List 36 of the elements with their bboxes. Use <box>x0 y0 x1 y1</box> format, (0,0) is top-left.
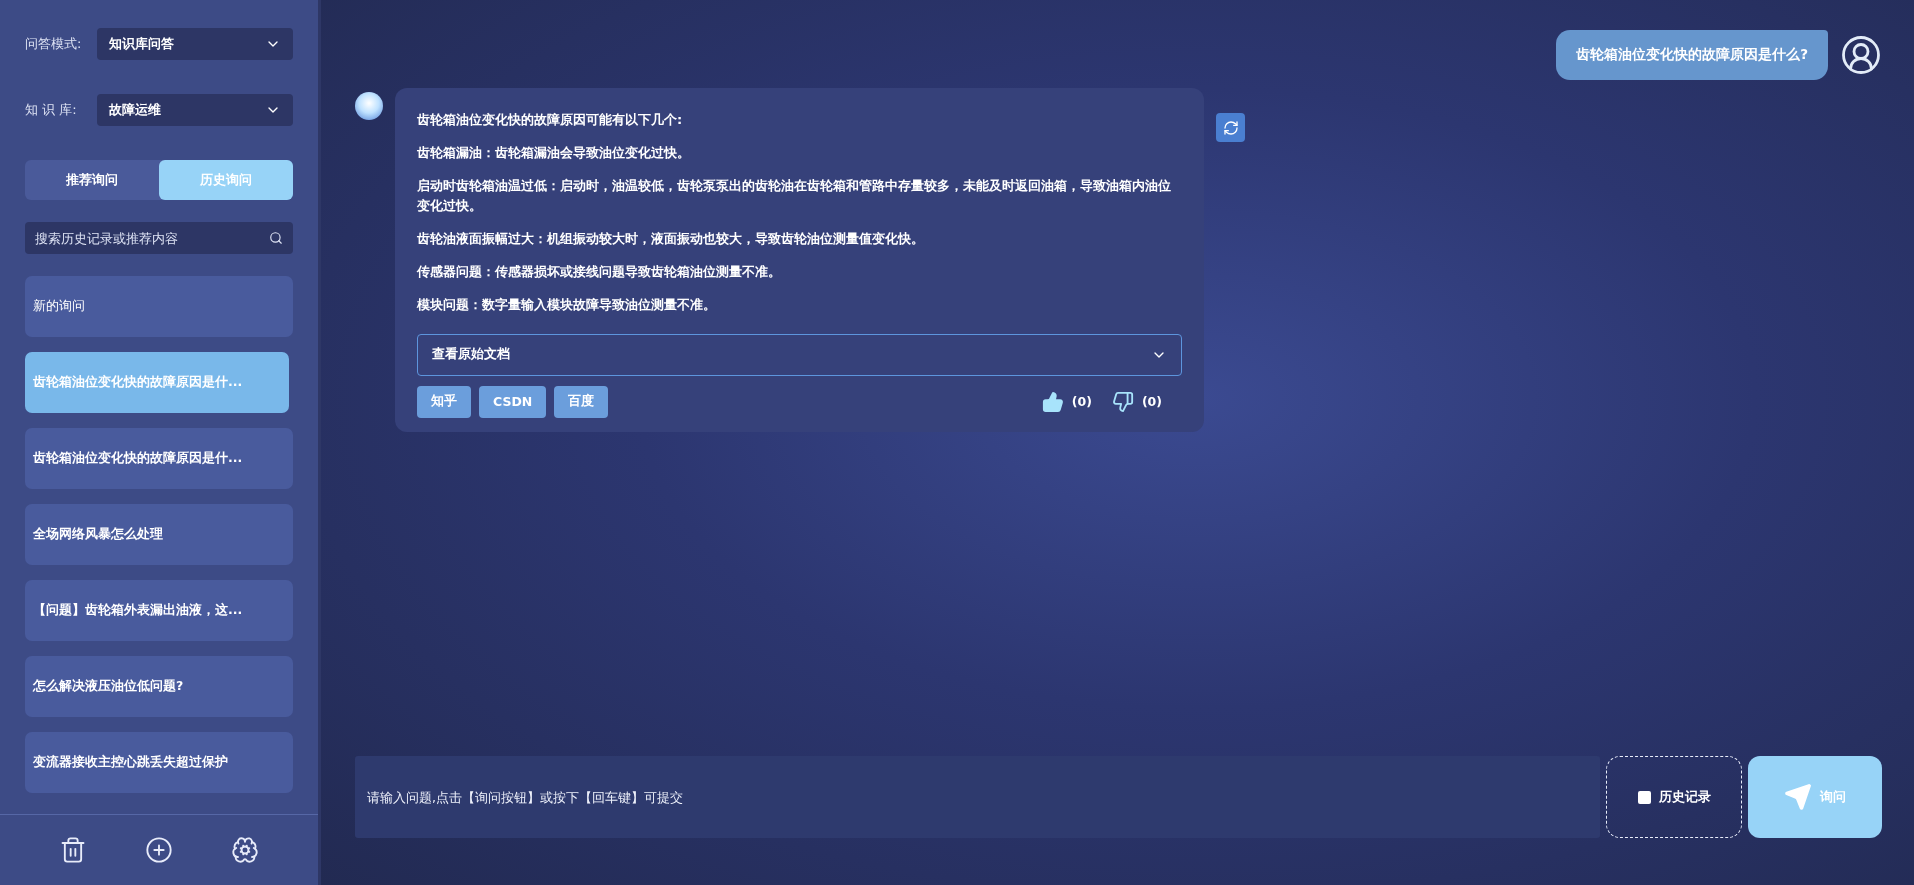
answer-text: 齿轮箱漏油：齿轮箱漏油会导致油位变化过快。 <box>417 143 691 162</box>
bot-avatar <box>355 92 383 120</box>
search-icon <box>269 231 283 245</box>
answer-text: 启动时齿轮箱油温过低：启动时，油温较低，齿轮泵泵出的齿轮油在齿轮箱和管路中存量较多，未能及时返回油箱，导致油箱内油位变化过快。 <box>417 176 1172 216</box>
answer-text: 齿轮箱油位变化快的故障原因可能有以下几个: <box>417 111 684 129</box>
mode-select[interactable]: 知识库问答 <box>97 28 293 60</box>
thumbs-down-icon[interactable] <box>1111 390 1134 413</box>
refresh-icon <box>1222 119 1239 136</box>
refresh-button[interactable] <box>1216 113 1245 142</box>
history-item[interactable]: 怎么解决液压油位低问题? <box>25 656 293 717</box>
history-item[interactable]: 齿轮箱油位变化快的故障原因是什... <box>25 428 293 489</box>
history-checkbox[interactable] <box>1637 790 1651 804</box>
paper-plane-icon <box>1784 783 1812 811</box>
question-input[interactable]: 请输入问题,点击【询问按钮】或按下【回车键】可提交 <box>355 756 1600 838</box>
answer-text: 传感器问题：传感器损坏或接线问题导致齿轮箱油位测量不准。 <box>417 263 782 281</box>
question-bubble: 齿轮箱油位变化快的故障原因是什么? <box>1556 30 1828 80</box>
user-avatar-icon <box>1840 34 1882 76</box>
trash-icon[interactable] <box>59 836 87 864</box>
plus-circle-icon[interactable] <box>145 836 173 864</box>
tab[interactable]: 推荐询问 <box>25 160 159 200</box>
knowledge-base-select[interactable]: 故障运维 <box>97 94 293 126</box>
original-docs-dropdown[interactable]: 查看原始文档 <box>417 333 1182 376</box>
like-count: (0) <box>1071 394 1092 410</box>
history-item[interactable]: 新的询问 <box>25 276 293 337</box>
thumbs-up-icon[interactable] <box>1041 390 1064 413</box>
history-label: 历史记录 <box>1658 788 1711 806</box>
knowledge-base-label: 知 识 库: <box>25 101 78 119</box>
mode-label: 问答模式: <box>25 35 83 53</box>
answer-text: 齿轮油液面振幅过大：机组振动较大时，液面振动也较大，导致齿轮油位测量值变化快。 <box>417 230 925 249</box>
history-toggle[interactable]: 历史记录 <box>1606 756 1742 838</box>
answer-text: 模块问题：数字量输入模块故障导致油位测量不准。 <box>417 295 717 314</box>
history-item[interactable]: 全场网络风暴怎么处理 <box>25 504 293 565</box>
search-field[interactable]: 搜索历史记录或推荐内容 <box>25 222 293 254</box>
history-item[interactable]: 变流器接收主控心跳丢失超过保护 <box>25 732 293 793</box>
history-item[interactable]: 【问题】齿轮箱外表漏出油液，这... <box>25 580 293 641</box>
dislike-count: (0) <box>1141 394 1162 410</box>
